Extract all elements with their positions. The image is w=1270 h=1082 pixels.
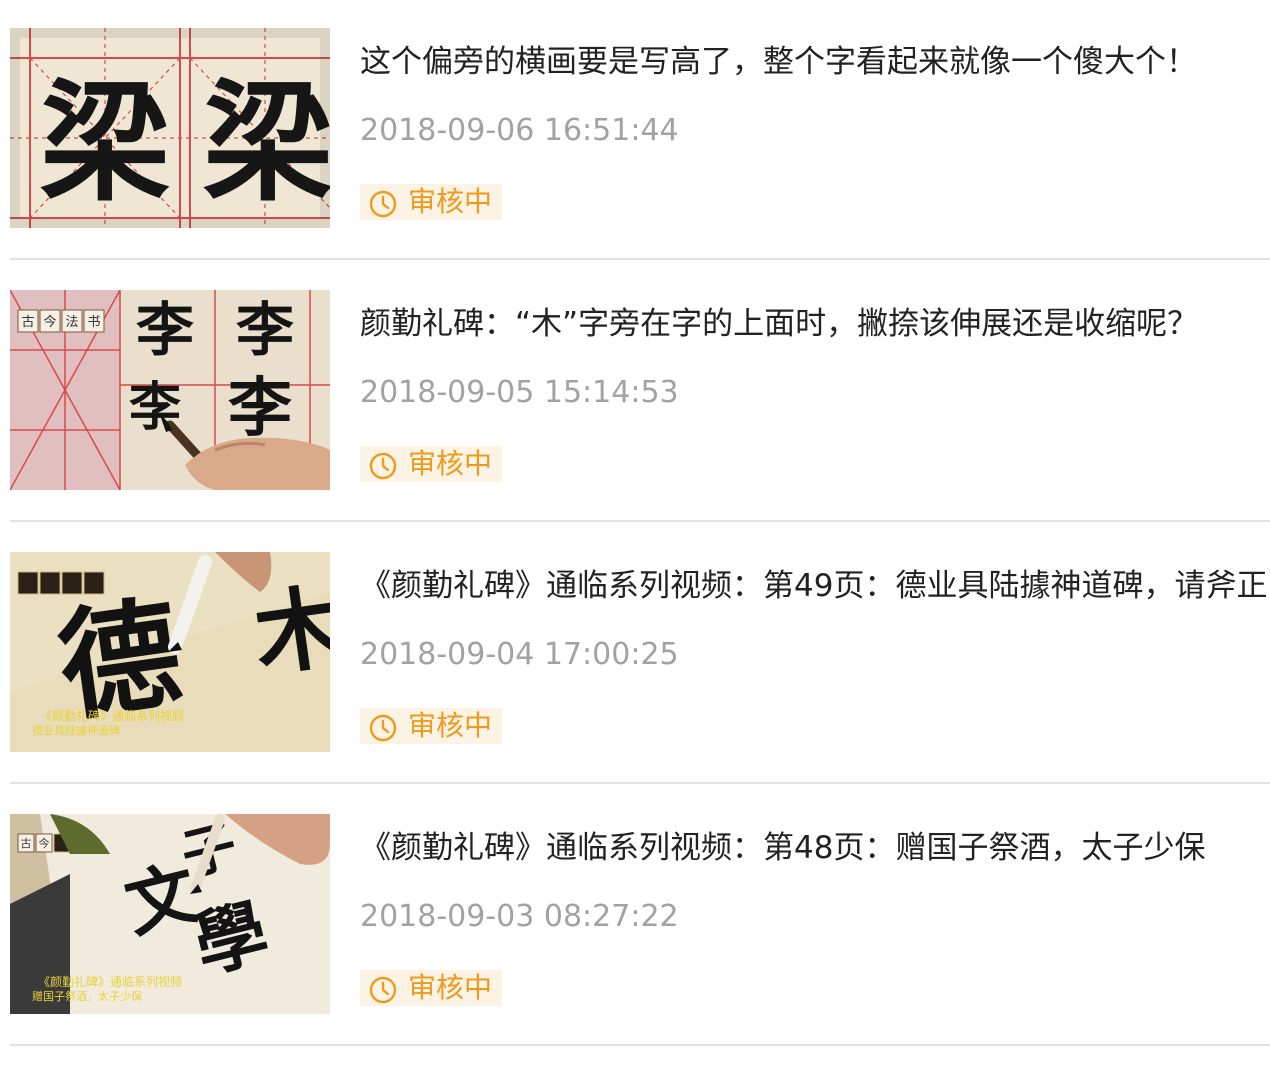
thumb-caption: 赠国子祭酒，太子少保 [32, 989, 142, 1003]
status-label: 审核中 [408, 447, 493, 480]
video-thumbnail[interactable]: 李 李 李 李 古 今 法 书 [10, 290, 330, 490]
divider [10, 782, 1270, 784]
status-label: 审核中 [408, 971, 493, 1004]
logo-char: 古 [21, 315, 34, 330]
thumb-glyph: 梁 [203, 66, 330, 219]
logo-char: 今 [39, 836, 50, 850]
video-thumbnail[interactable]: 文 學 子 古 今 [10, 814, 330, 1014]
clock-icon [369, 976, 397, 1004]
logo-char: 法 [65, 315, 78, 330]
status-badge: 审核中 [360, 446, 502, 482]
item-title[interactable]: 《颜勤礼碑》通临系列视频：第48页：赠国子祭酒，太子少保 [360, 828, 1270, 868]
status-badge: 审核中 [360, 970, 502, 1006]
clock-icon [369, 714, 397, 742]
thumb-glyph: 梁 [40, 66, 170, 219]
item-title[interactable]: 颜勤礼碑：“木”字旁在字的上面时，撇捺该伸展还是收缩呢？ [360, 304, 1270, 344]
thumbnail-image: 德 木 《颜勤礼碑》通临系列视频 德业具陆據神道碑 [10, 552, 330, 752]
status-label: 审核中 [408, 185, 493, 218]
clock-icon [369, 190, 397, 218]
item-timestamp: 2018-09-03 08:27:22 [360, 899, 679, 934]
item-timestamp: 2018-09-05 15:14:53 [360, 375, 679, 410]
video-thumbnail[interactable]: 德 木 《颜勤礼碑》通临系列视频 德业具陆據神道碑 [10, 552, 330, 752]
thumb-glyph: 李 [228, 371, 292, 446]
status-badge: 审核中 [360, 708, 502, 744]
thumb-glyph: 李 [136, 296, 194, 364]
item-title[interactable]: 这个偏旁的横画要是写高了，整个字看起来就像一个傻大个！ [360, 42, 1270, 82]
divider [10, 258, 1270, 260]
thumbnail-image: 李 李 李 李 古 今 法 书 [10, 290, 330, 490]
logo-char: 书 [87, 315, 100, 330]
divider [10, 520, 1270, 522]
thumbnail-image: 文 學 子 古 今 [10, 814, 330, 1014]
thumbnail-image: 梁 梁 [10, 28, 330, 228]
thumb-caption: 《颜勤礼碑》通临系列视频 [38, 974, 182, 989]
list-item[interactable]: 德 木 《颜勤礼碑》通临系列视频 德业具陆據神道碑 《颜勤礼碑》通临系列视频：第… [0, 524, 1270, 786]
item-timestamp: 2018-09-04 17:00:25 [360, 637, 679, 672]
item-timestamp: 2018-09-06 16:51:44 [360, 113, 679, 148]
list-item[interactable]: 文 學 子 古 今 [0, 786, 1270, 1048]
list-item[interactable]: 梁 梁 这个偏旁的横画要是写高了，整个字看起来就像一个傻大个！ 2018-09-… [0, 0, 1270, 262]
thumb-caption: 《颜勤礼碑》通临系列视频 [40, 708, 184, 723]
thumb-glyph: 李 [236, 296, 294, 364]
logo-char: 古 [21, 837, 32, 850]
thumb-caption: 德业具陆據神道碑 [32, 723, 120, 737]
logo-char: 今 [43, 314, 56, 330]
status-label: 审核中 [408, 709, 493, 742]
clock-icon [369, 452, 397, 480]
list-item[interactable]: 李 李 李 李 古 今 法 书 颜勤礼碑：“木”字旁在字的上面时，撇捺该伸展还是… [0, 262, 1270, 524]
item-title[interactable]: 《颜勤礼碑》通临系列视频：第49页：德业具陆據神道碑，请斧正 [360, 566, 1270, 606]
divider [10, 1044, 1270, 1046]
video-thumbnail[interactable]: 梁 梁 [10, 28, 330, 228]
status-badge: 审核中 [360, 184, 502, 220]
